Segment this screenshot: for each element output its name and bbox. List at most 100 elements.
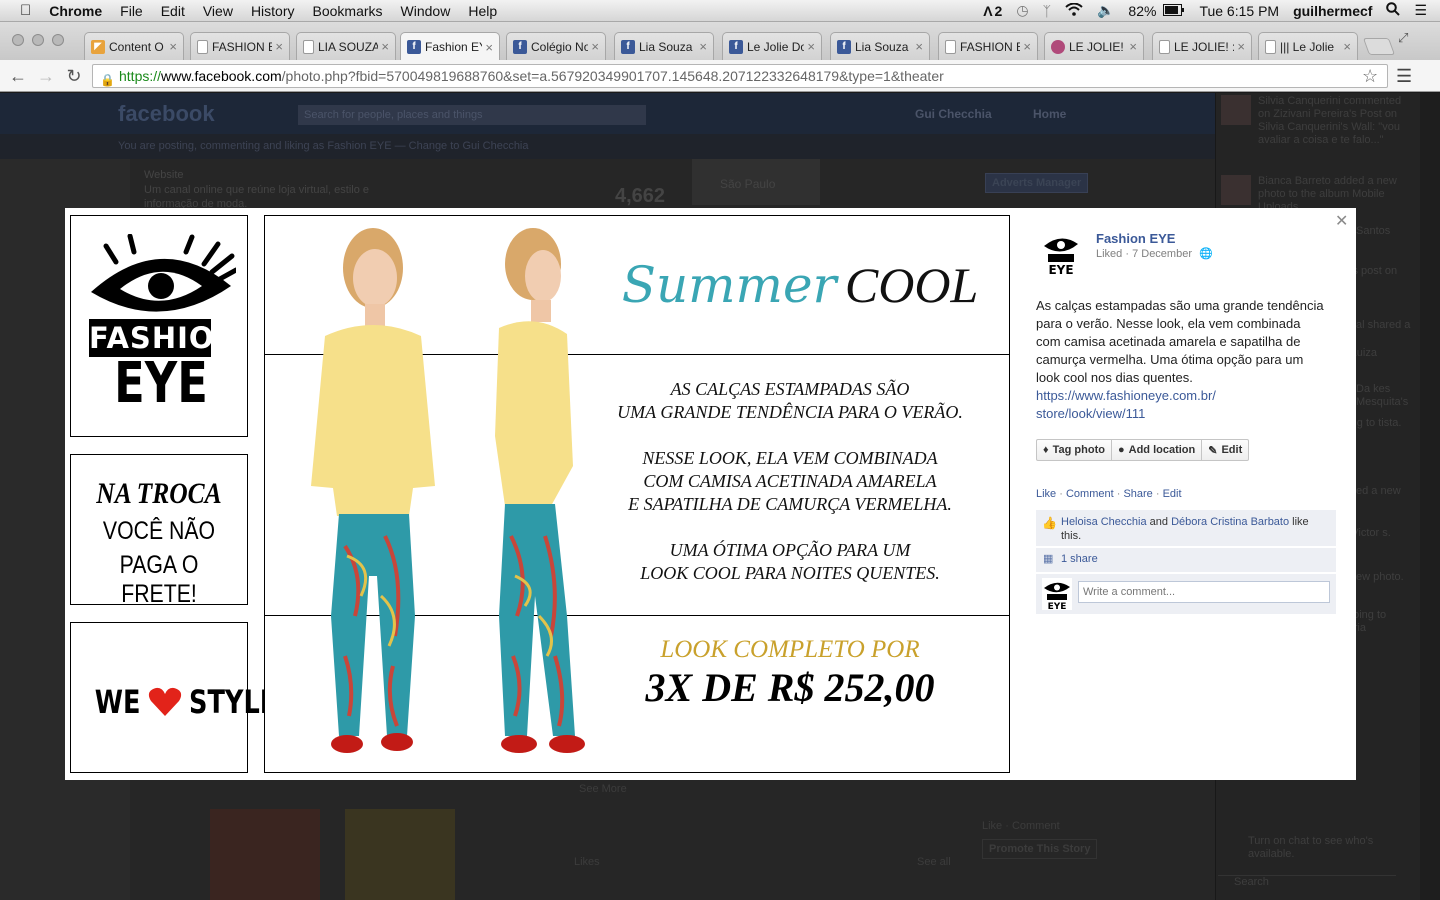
post-link-2[interactable]: store/look/view/111 (1036, 406, 1145, 421)
volume-icon[interactable]: 🔈 (1090, 2, 1121, 19)
tab-close-icon[interactable]: × (1343, 39, 1351, 54)
menu-bookmarks[interactable]: Bookmarks (304, 3, 392, 19)
shares-link[interactable]: 1 share (1061, 553, 1098, 565)
edit-link[interactable]: Edit (1163, 488, 1182, 500)
ticker-item[interactable]: ed a new (1356, 485, 1426, 498)
app-menu-chrome[interactable]: Chrome (40, 3, 111, 19)
notification-center-icon[interactable]: ☰ (1407, 2, 1434, 19)
add-location-button[interactable]: ● Add location (1112, 440, 1203, 460)
see-more-link[interactable]: See More (579, 783, 627, 795)
edit-button[interactable]: ✎ Edit (1202, 440, 1248, 460)
facebook-search-input[interactable]: Search for people, places and things (298, 105, 646, 125)
adverts-manager-button[interactable]: Adverts Manager (985, 173, 1089, 193)
tab-3[interactable]: LIA SOUZA × (296, 32, 396, 60)
menu-view[interactable]: View (194, 3, 242, 19)
ticker-item[interactable]: al shared a (1356, 319, 1426, 332)
chat-search-input[interactable]: Search (1218, 875, 1396, 893)
new-tab-button[interactable] (1362, 38, 1396, 55)
ticker-item[interactable]: Silvia Canquerini commented on Zizivani … (1258, 95, 1413, 147)
back-button-icon[interactable]: ← (6, 64, 30, 88)
tab-11[interactable]: LE JOLIE! :C× (1152, 32, 1252, 60)
bluetooth-icon[interactable]: ᛉ (1036, 3, 1058, 19)
wifi-icon[interactable] (1058, 2, 1090, 19)
tab-close-icon[interactable]: × (915, 39, 923, 54)
tab-7[interactable]: f Le Jolie Do × (722, 32, 822, 60)
close-window-button[interactable] (12, 34, 24, 46)
likes-row: 👍 Heloisa Checchia and Débora Cristina B… (1036, 510, 1336, 546)
tab-2[interactable]: FASHION E × (190, 32, 290, 60)
tab-8[interactable]: f Lia Souza × (830, 32, 930, 60)
zoom-window-button[interactable] (52, 34, 64, 46)
tab-close-icon[interactable]: × (591, 39, 599, 54)
main-photo[interactable]: Summer COOL AS CALÇAS ESTAMPADAS SÃO UMA … (264, 215, 1010, 773)
tab-close-icon[interactable]: × (807, 39, 815, 54)
comment-input[interactable]: Write a comment... (1078, 581, 1330, 603)
facebook-logo[interactable]: facebook (118, 101, 215, 127)
tab-close-icon[interactable]: × (1023, 39, 1031, 54)
ticker-avatar[interactable] (1221, 175, 1251, 205)
tab-close-icon[interactable]: × (485, 40, 493, 55)
page-avatar[interactable]: EYE (1042, 232, 1080, 277)
comment-link[interactable]: Comment (1066, 488, 1114, 500)
tab-1[interactable]: ◤ Content O × (84, 32, 184, 60)
reload-button-icon[interactable]: ↻ (62, 64, 86, 88)
like-comment-link[interactable]: Like · Comment (982, 820, 1060, 832)
user-name[interactable]: guilhermecf (1286, 3, 1379, 19)
menu-edit[interactable]: Edit (152, 3, 194, 19)
tab-12[interactable]: ||| Le Jolie × (1258, 32, 1358, 60)
mac-menu-bar:  Chrome File Edit View History Bookmark… (0, 0, 1440, 22)
like-link[interactable]: Like (1036, 488, 1056, 500)
menu-file[interactable]: File (111, 3, 152, 19)
menu-help[interactable]: Help (459, 3, 506, 19)
menu-window[interactable]: Window (392, 3, 460, 19)
scrollbar[interactable] (1420, 93, 1440, 900)
edit-label: Edit (1221, 444, 1243, 456)
tag-photo-button[interactable]: ♦ Tag photo (1037, 440, 1112, 460)
home-link[interactable]: Home (1033, 107, 1066, 121)
we-love-style-ad[interactable]: WE STYLE (70, 622, 277, 773)
tab-6[interactable]: f Lia Souza × (614, 32, 714, 60)
ticker-item[interactable]: Santos (1356, 225, 1426, 238)
see-all-link[interactable]: See all (917, 856, 951, 868)
facebook-icon: f (837, 39, 851, 54)
clock[interactable]: Tue 6:15 PM (1192, 3, 1286, 19)
tab-label: Le Jolie Do (747, 39, 805, 54)
tab-close-icon[interactable]: × (699, 39, 707, 54)
liker-1-link[interactable]: Heloisa Checchia (1061, 516, 1147, 528)
ticker-item[interactable]: Da kes Mesquita's (1356, 383, 1426, 409)
liker-2-link[interactable]: Débora Cristina Barbato (1171, 516, 1289, 528)
time-machine-icon[interactable]: ◷ (1009, 2, 1035, 19)
tab-4[interactable]: f Fashion EY × (400, 32, 500, 61)
battery-percent[interactable]: 82% (1121, 3, 1163, 19)
tab-9[interactable]: FASHION E × (938, 32, 1038, 60)
tab-10[interactable]: LE JOLIE! : × (1044, 32, 1144, 60)
page-name-link[interactable]: Fashion EYE (1096, 231, 1175, 246)
tab-close-icon[interactable]: × (169, 39, 177, 54)
promote-story-button[interactable]: Promote This Story (982, 839, 1098, 859)
apple-menu-icon[interactable]:  (0, 2, 40, 19)
chrome-menu-icon[interactable]: ☰ (1396, 66, 1412, 87)
share-link[interactable]: Share (1123, 488, 1152, 500)
free-shipping-ad[interactable]: NA TROCA VOCÊ NÃO PAGA O FRETE! (70, 454, 248, 608)
tab-close-icon[interactable]: × (1237, 39, 1245, 54)
minimize-window-button[interactable] (32, 34, 44, 46)
post-link-1[interactable]: https://www.fashioneye.com.br/ (1036, 388, 1216, 403)
bookmark-star-icon[interactable]: ☆ (1362, 66, 1378, 87)
tab-close-icon[interactable]: × (1129, 39, 1137, 54)
fullscreen-icon[interactable]: ⤢ (1398, 30, 1408, 46)
posting-as-notice[interactable]: You are posting, commenting and liking a… (118, 140, 529, 152)
adobe-status-icon[interactable]: Λ2 (976, 3, 1009, 19)
close-icon[interactable]: ✕ (1335, 211, 1348, 231)
menu-history[interactable]: History (242, 3, 304, 19)
address-bar[interactable]: 🔒 https://www.facebook.com/photo.php?fbi… (92, 64, 1388, 88)
spotlight-search-icon[interactable] (1379, 2, 1407, 19)
posting-as-bar: You are posting, commenting and liking a… (0, 134, 1215, 159)
tab-close-icon[interactable]: × (381, 39, 389, 54)
tab-5[interactable]: f Colégio No × (506, 32, 606, 60)
forward-button-icon[interactable]: → (34, 64, 58, 88)
ticker-item[interactable]: ew photo. (1356, 571, 1426, 584)
profile-link[interactable]: Gui Checchia (915, 107, 992, 121)
fashion-eye-logo-ad[interactable]: FASHION EYE (70, 215, 248, 437)
ticker-avatar[interactable] (1221, 95, 1251, 125)
tab-close-icon[interactable]: × (275, 39, 283, 54)
